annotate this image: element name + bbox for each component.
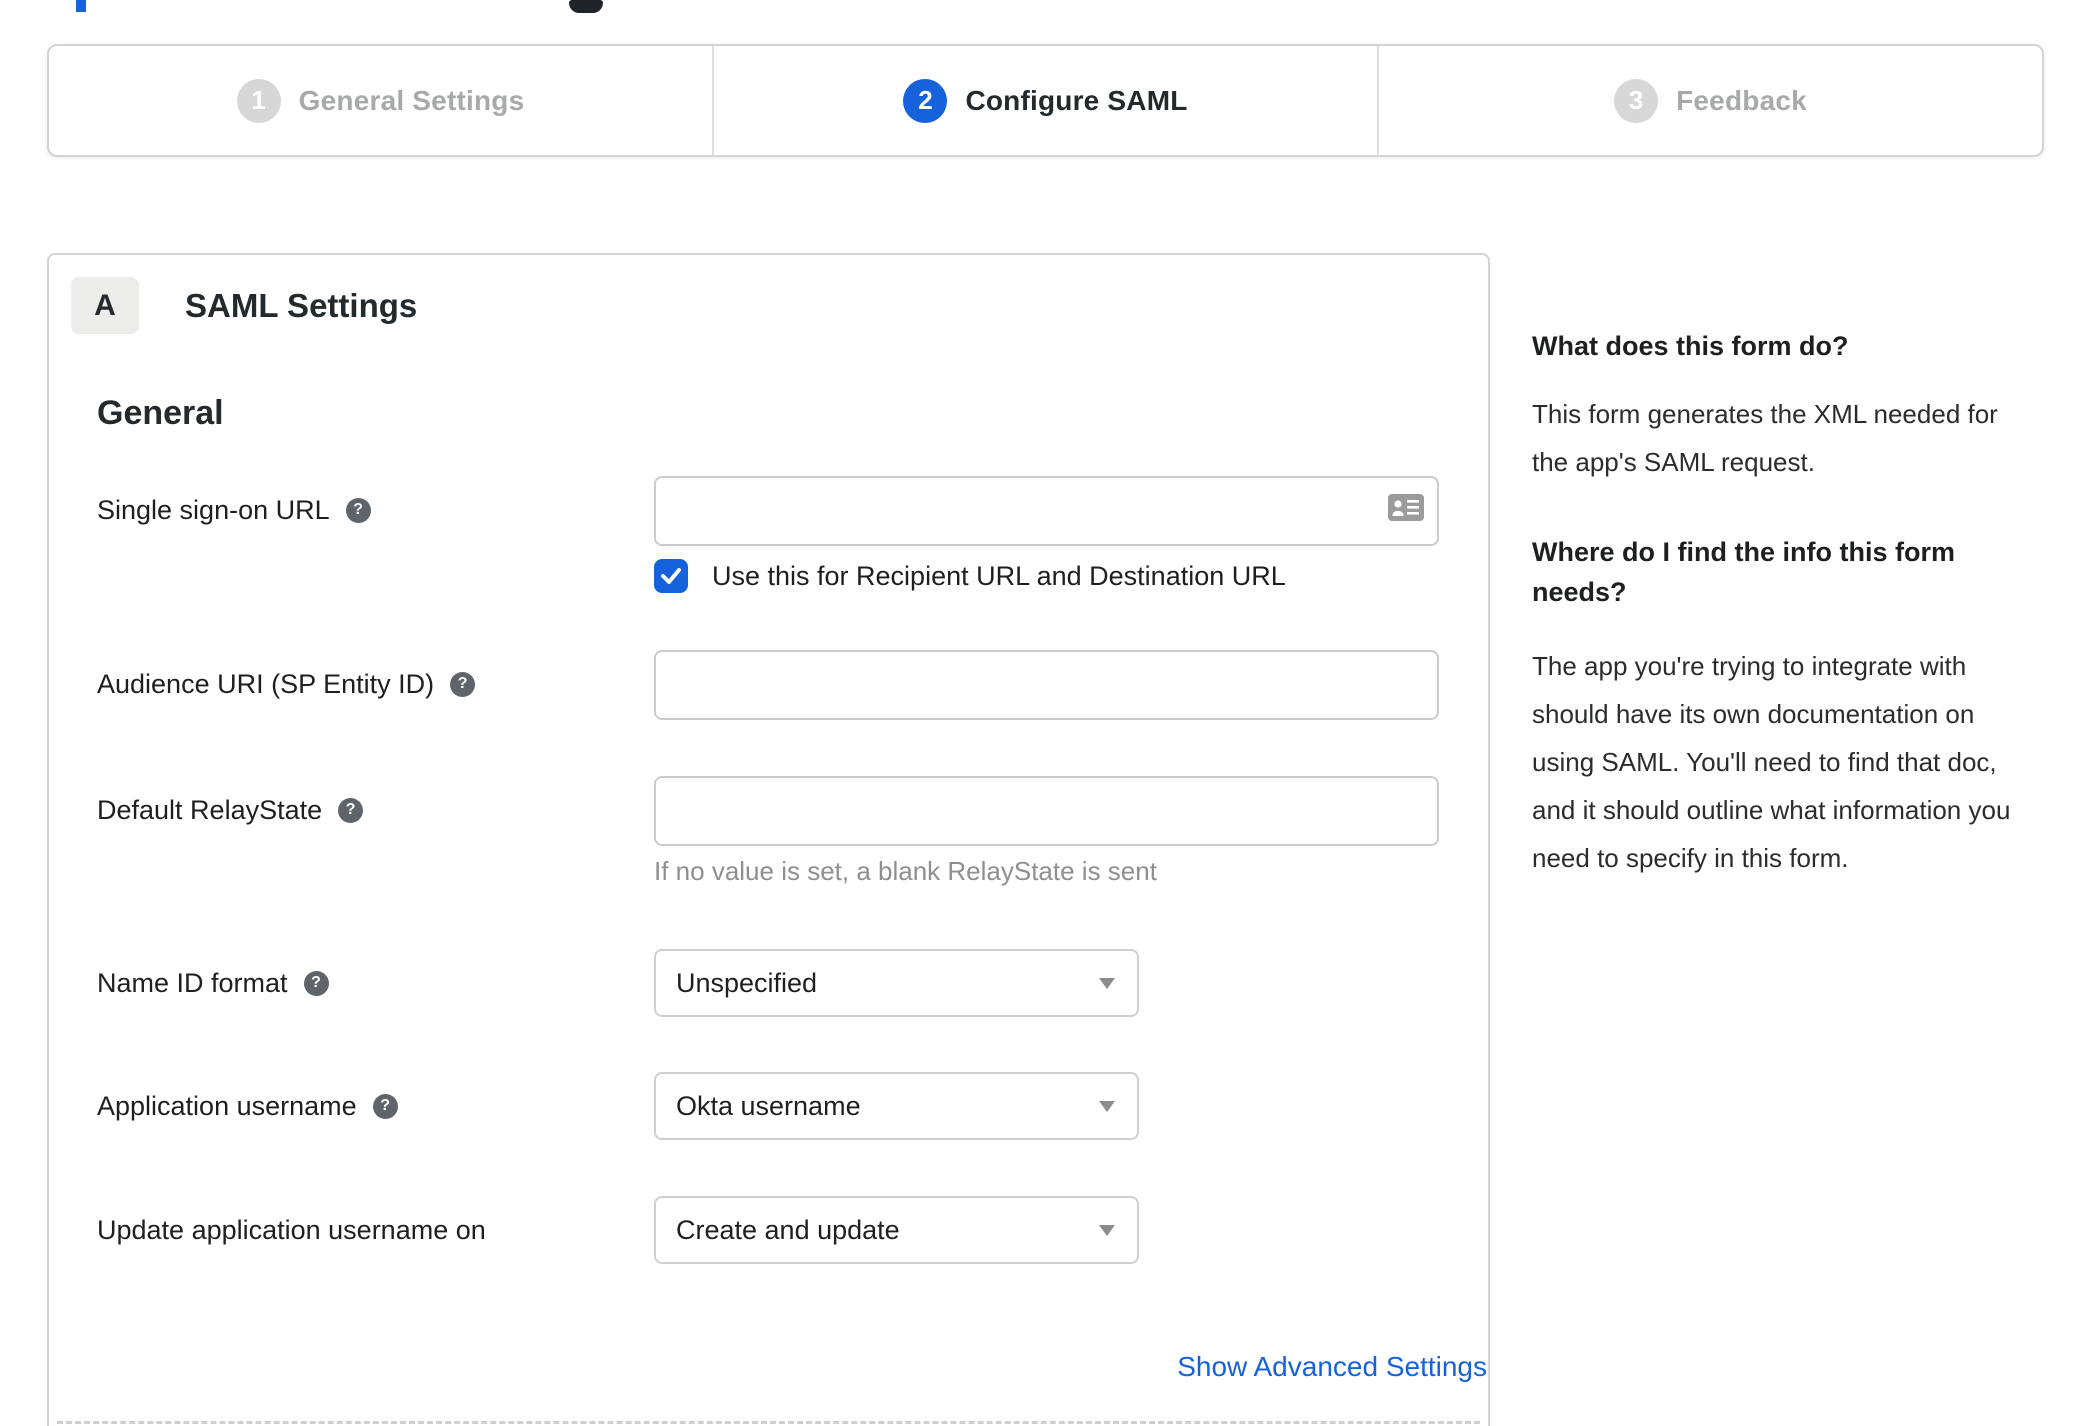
sso-url-input-wrap (654, 476, 1439, 546)
row-update-application-username: Update application username on Create an… (97, 1196, 1488, 1264)
chevron-down-icon (1099, 1100, 1115, 1112)
advanced-settings-row: Show Advanced Settings (97, 1351, 1487, 1383)
default-relaystate-input[interactable] (654, 776, 1439, 846)
selected-value: Create and update (676, 1214, 900, 1245)
name-id-format-label: Name ID format (97, 967, 288, 998)
chevron-down-icon (1099, 1224, 1115, 1236)
help-icon[interactable]: ? (450, 671, 476, 697)
audience-uri-label: Audience URI (SP Entity ID) (97, 668, 435, 699)
contact-card-icon[interactable] (1388, 494, 1424, 521)
help-icon[interactable]: ? (303, 970, 329, 996)
cutoff-blue-fragment (76, 0, 86, 12)
recipient-url-checkbox-row: Use this for Recipient URL and Destinati… (654, 559, 1439, 593)
field-control (654, 650, 1439, 720)
field-control: If no value is set, a blank RelayState i… (654, 776, 1439, 886)
help-icon[interactable]: ? (345, 497, 371, 523)
sidebar-heading-what: What does this form do? (1532, 331, 1849, 361)
default-relaystate-label: Default RelayState (97, 794, 323, 825)
field-label: Default RelayState ? (97, 776, 654, 844)
name-id-format-select[interactable]: Unspecified (654, 949, 1139, 1017)
application-username-label: Application username (97, 1090, 357, 1121)
field-label: Name ID format ? (97, 949, 654, 1017)
step-label: Feedback (1676, 84, 1807, 116)
field-label: Single sign-on URL ? (97, 476, 654, 544)
recipient-url-checkbox[interactable] (654, 559, 688, 593)
step-label: Configure SAML (965, 84, 1188, 116)
application-username-select[interactable]: Okta username (654, 1072, 1139, 1140)
field-control: Use this for Recipient URL and Destinati… (654, 476, 1439, 593)
step-number-badge: 2 (903, 78, 948, 123)
saml-form: Single sign-on URL ? Use this for Recipi… (97, 476, 1488, 1383)
row-single-sign-on-url: Single sign-on URL ? Use this for Recipi… (97, 476, 1488, 593)
checkmark-icon (661, 568, 681, 584)
field-label: Update application username on (97, 1196, 654, 1264)
panel-header: A SAML Settings (71, 277, 1488, 334)
sidebar-body-what: This form generates the XML needed for t… (1532, 399, 1998, 477)
row-audience-uri: Audience URI (SP Entity ID) ? (97, 650, 1488, 720)
selected-value: Unspecified (676, 967, 818, 998)
step-feedback[interactable]: 3 Feedback (1377, 46, 2042, 155)
update-application-username-label: Update application username on (97, 1214, 486, 1245)
row-default-relaystate: Default RelayState ? If no value is set,… (97, 776, 1488, 886)
section-a-badge: A (71, 277, 139, 334)
row-name-id-format: Name ID format ? Unspecified (97, 949, 1488, 1017)
row-application-username: Application username ? Okta username (97, 1072, 1488, 1140)
sidebar-block: Where do I find the info this form needs… (1532, 532, 2032, 882)
update-application-username-select[interactable]: Create and update (654, 1196, 1139, 1264)
step-label: General Settings (298, 84, 525, 116)
field-label: Application username ? (97, 1072, 654, 1140)
step-number-badge: 1 (236, 78, 281, 123)
step-configure-saml[interactable]: 2 Configure SAML (712, 46, 1377, 155)
sidebar-block: What does this form do? This form genera… (1532, 326, 2032, 486)
cutoff-logo-fragment (569, 0, 603, 13)
show-advanced-settings-link[interactable]: Show Advanced Settings (1177, 1351, 1487, 1382)
help-icon[interactable]: ? (338, 797, 364, 823)
panel-title: SAML Settings (185, 286, 418, 324)
single-sign-on-url-input[interactable] (654, 476, 1439, 546)
step-general-settings[interactable]: 1 General Settings (49, 46, 712, 155)
saml-settings-panel: A SAML Settings General Single sign-on U… (47, 253, 1490, 1426)
selected-value: Okta username (676, 1090, 861, 1121)
help-icon[interactable]: ? (372, 1093, 398, 1119)
section-dashed-divider (57, 1421, 1480, 1424)
single-sign-on-url-label: Single sign-on URL (97, 494, 330, 525)
relaystate-hint: If no value is set, a blank RelayState i… (654, 856, 1157, 886)
general-section-title: General (97, 394, 224, 432)
step-number-badge: 3 (1614, 78, 1659, 123)
audience-uri-input[interactable] (654, 650, 1439, 720)
chevron-down-icon (1099, 977, 1115, 989)
field-label: Audience URI (SP Entity ID) ? (97, 650, 654, 718)
recipient-url-checkbox-label: Use this for Recipient URL and Destinati… (712, 560, 1286, 591)
wizard-stepper: 1 General Settings 2 Configure SAML 3 Fe… (47, 44, 2044, 157)
sidebar-body-where: The app you're trying to integrate with … (1532, 651, 2011, 873)
sidebar-heading-where: Where do I find the info this form needs… (1532, 537, 1955, 607)
help-sidebar: What does this form do? This form genera… (1532, 326, 2032, 882)
